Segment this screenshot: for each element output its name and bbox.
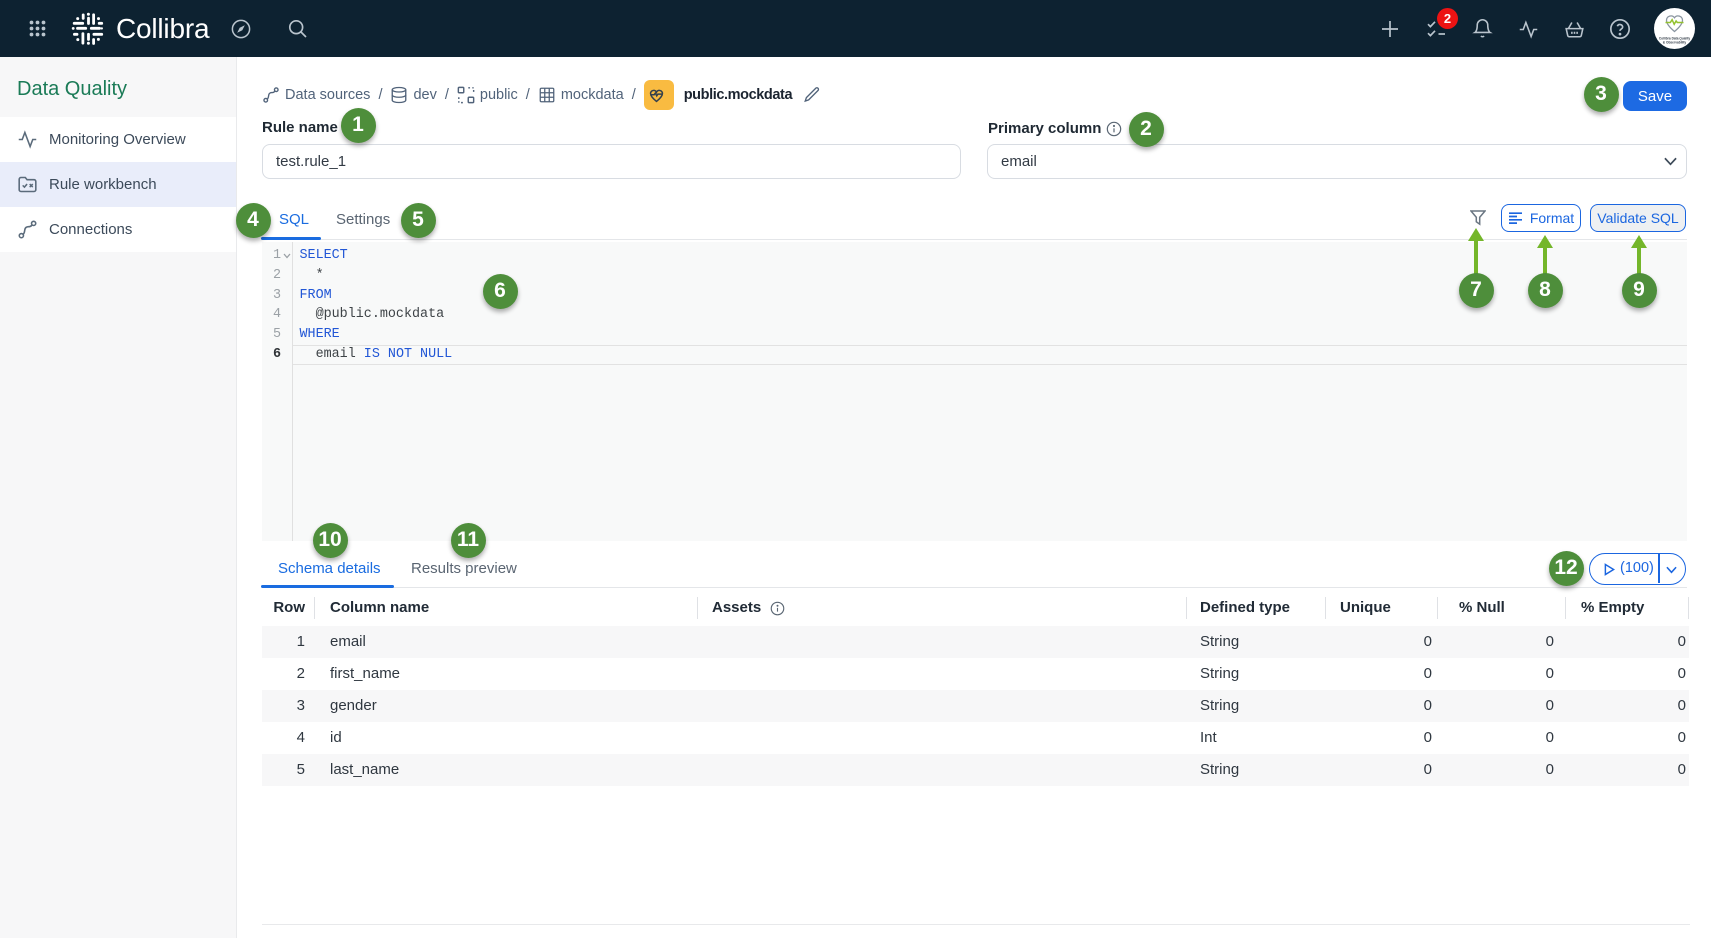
svg-text:& Observability: & Observability [1663,40,1687,44]
